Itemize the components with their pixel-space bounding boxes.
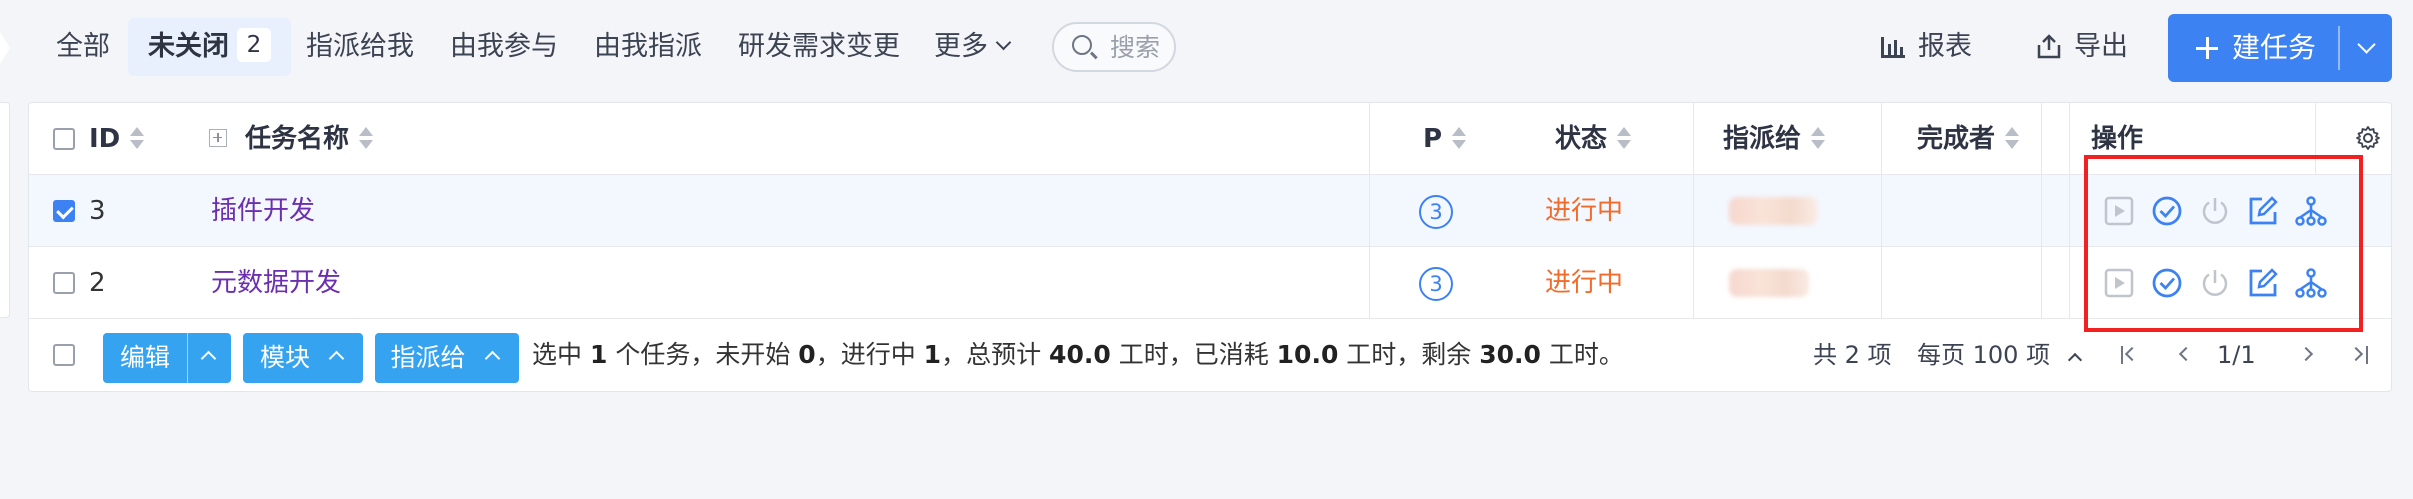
tab-more[interactable]: 更多 bbox=[934, 18, 1012, 76]
create-task-dropdown-button[interactable] bbox=[2340, 14, 2392, 82]
tab-unclosed[interactable]: 未关闭 2 bbox=[128, 18, 291, 76]
column-priority[interactable]: P bbox=[1423, 103, 1467, 175]
status-text: 进行中 bbox=[1545, 268, 1624, 298]
table-row[interactable]: 3 插件开发 3 进行中 bbox=[29, 175, 2391, 247]
priority-badge: 3 bbox=[1419, 175, 1453, 247]
batch-edit-button[interactable]: 编辑 bbox=[103, 333, 231, 383]
column-divider bbox=[1881, 103, 1882, 319]
tab-bar: 全部 未关闭2 指派给我 由我参与 由我指派 研发需求变更 更多 报表 导出 建… bbox=[0, 0, 2413, 96]
table-footer: 编辑 模块 指派给 选中 1 个任务，未开始 0，进行中 1，总预计 40.0 … bbox=[29, 319, 2391, 391]
prev-page-icon[interactable] bbox=[2178, 346, 2194, 362]
sort-icon bbox=[1617, 127, 1632, 151]
first-page-icon[interactable] bbox=[2124, 346, 2140, 362]
expand-all-icon[interactable] bbox=[209, 129, 227, 147]
selection-summary: 选中 1 个任务，未开始 0，进行中 1，总预计 40.0 工时，已消耗 10.… bbox=[532, 340, 1624, 369]
tab-involved[interactable]: 由我参与 bbox=[450, 18, 558, 76]
first-page-icon-bar bbox=[2121, 346, 2123, 364]
sort-icon bbox=[1811, 127, 1826, 151]
task-id: 3 bbox=[89, 196, 106, 226]
column-assigned-to[interactable]: 指派给 bbox=[1723, 103, 1826, 175]
column-divider bbox=[2069, 103, 2070, 319]
export-icon bbox=[2037, 34, 2061, 59]
column-divider bbox=[1369, 103, 1370, 319]
column-divider bbox=[1693, 103, 1694, 319]
gear-icon[interactable] bbox=[2355, 125, 2381, 151]
priority-badge: 3 bbox=[1419, 247, 1453, 319]
table-row[interactable]: 2 元数据开发 3 进行中 bbox=[29, 247, 2391, 319]
search-box[interactable] bbox=[1052, 22, 1176, 72]
column-id[interactable]: ID bbox=[89, 103, 145, 175]
side-panel-edge bbox=[0, 102, 10, 318]
search-input[interactable] bbox=[1110, 33, 1172, 61]
next-page-icon[interactable] bbox=[2298, 346, 2314, 362]
sort-icon bbox=[1452, 127, 1467, 151]
report-button[interactable]: 报表 bbox=[1880, 18, 1972, 76]
column-name[interactable]: 任务名称 bbox=[209, 103, 374, 175]
task-name-link[interactable]: 元数据开发 bbox=[211, 247, 341, 319]
page-size-select[interactable]: 每页 100 项 bbox=[1917, 319, 2082, 391]
export-button[interactable]: 导出 bbox=[2036, 18, 2128, 76]
last-page-icon[interactable] bbox=[2348, 346, 2364, 362]
last-page-icon-bar bbox=[2366, 346, 2368, 364]
plus-icon bbox=[2196, 37, 2218, 59]
select-all-checkbox[interactable] bbox=[53, 128, 75, 150]
create-task-button-group: 建任务 bbox=[2168, 14, 2392, 82]
highlight-annotation-box bbox=[2084, 155, 2363, 332]
chevron-up-icon[interactable] bbox=[200, 350, 217, 367]
sort-icon bbox=[359, 127, 374, 151]
chevron-up-icon bbox=[484, 350, 501, 367]
total-count: 共 2 项 bbox=[1813, 341, 1892, 369]
sort-icon bbox=[2005, 127, 2020, 151]
tab-assigned-to-me[interactable]: 指派给我 bbox=[306, 18, 414, 76]
assignee-avatar[interactable] bbox=[1729, 269, 1809, 297]
search-icon bbox=[1072, 35, 1092, 55]
task-name-link[interactable]: 插件开发 bbox=[211, 175, 315, 247]
footer-select-checkbox[interactable] bbox=[53, 344, 75, 366]
column-divider bbox=[2041, 103, 2042, 319]
chevron-down-icon bbox=[995, 34, 1012, 51]
tab-assigned-by-me[interactable]: 由我指派 bbox=[594, 18, 702, 76]
table-header: ID 任务名称 P 状态 指派给 完成者 操作 bbox=[29, 103, 2391, 175]
sidebar-toggle[interactable] bbox=[0, 32, 10, 64]
chevron-up-icon bbox=[328, 350, 345, 367]
tab-all[interactable]: 全部 bbox=[56, 18, 110, 76]
row-checkbox[interactable] bbox=[53, 200, 75, 222]
batch-module-button[interactable]: 模块 bbox=[243, 333, 363, 383]
tab-story-changed[interactable]: 研发需求变更 bbox=[738, 18, 900, 76]
tab-count-badge: 2 bbox=[237, 28, 271, 62]
task-id: 2 bbox=[89, 268, 106, 298]
task-table: ID 任务名称 P 状态 指派给 完成者 操作 3 插件开发 3 进行中 2 元… bbox=[28, 102, 2392, 392]
sort-icon bbox=[130, 127, 145, 151]
status-text: 进行中 bbox=[1545, 196, 1624, 226]
column-status[interactable]: 状态 bbox=[1555, 103, 1632, 175]
chevron-up-icon bbox=[2067, 352, 2082, 368]
assignee-avatar[interactable] bbox=[1729, 197, 1817, 225]
row-checkbox[interactable] bbox=[53, 272, 75, 294]
column-finished-by[interactable]: 完成者 bbox=[1917, 103, 2020, 175]
create-task-button[interactable]: 建任务 bbox=[2168, 14, 2338, 82]
bar-chart-icon bbox=[1881, 37, 1905, 58]
batch-assign-button[interactable]: 指派给 bbox=[375, 333, 519, 383]
